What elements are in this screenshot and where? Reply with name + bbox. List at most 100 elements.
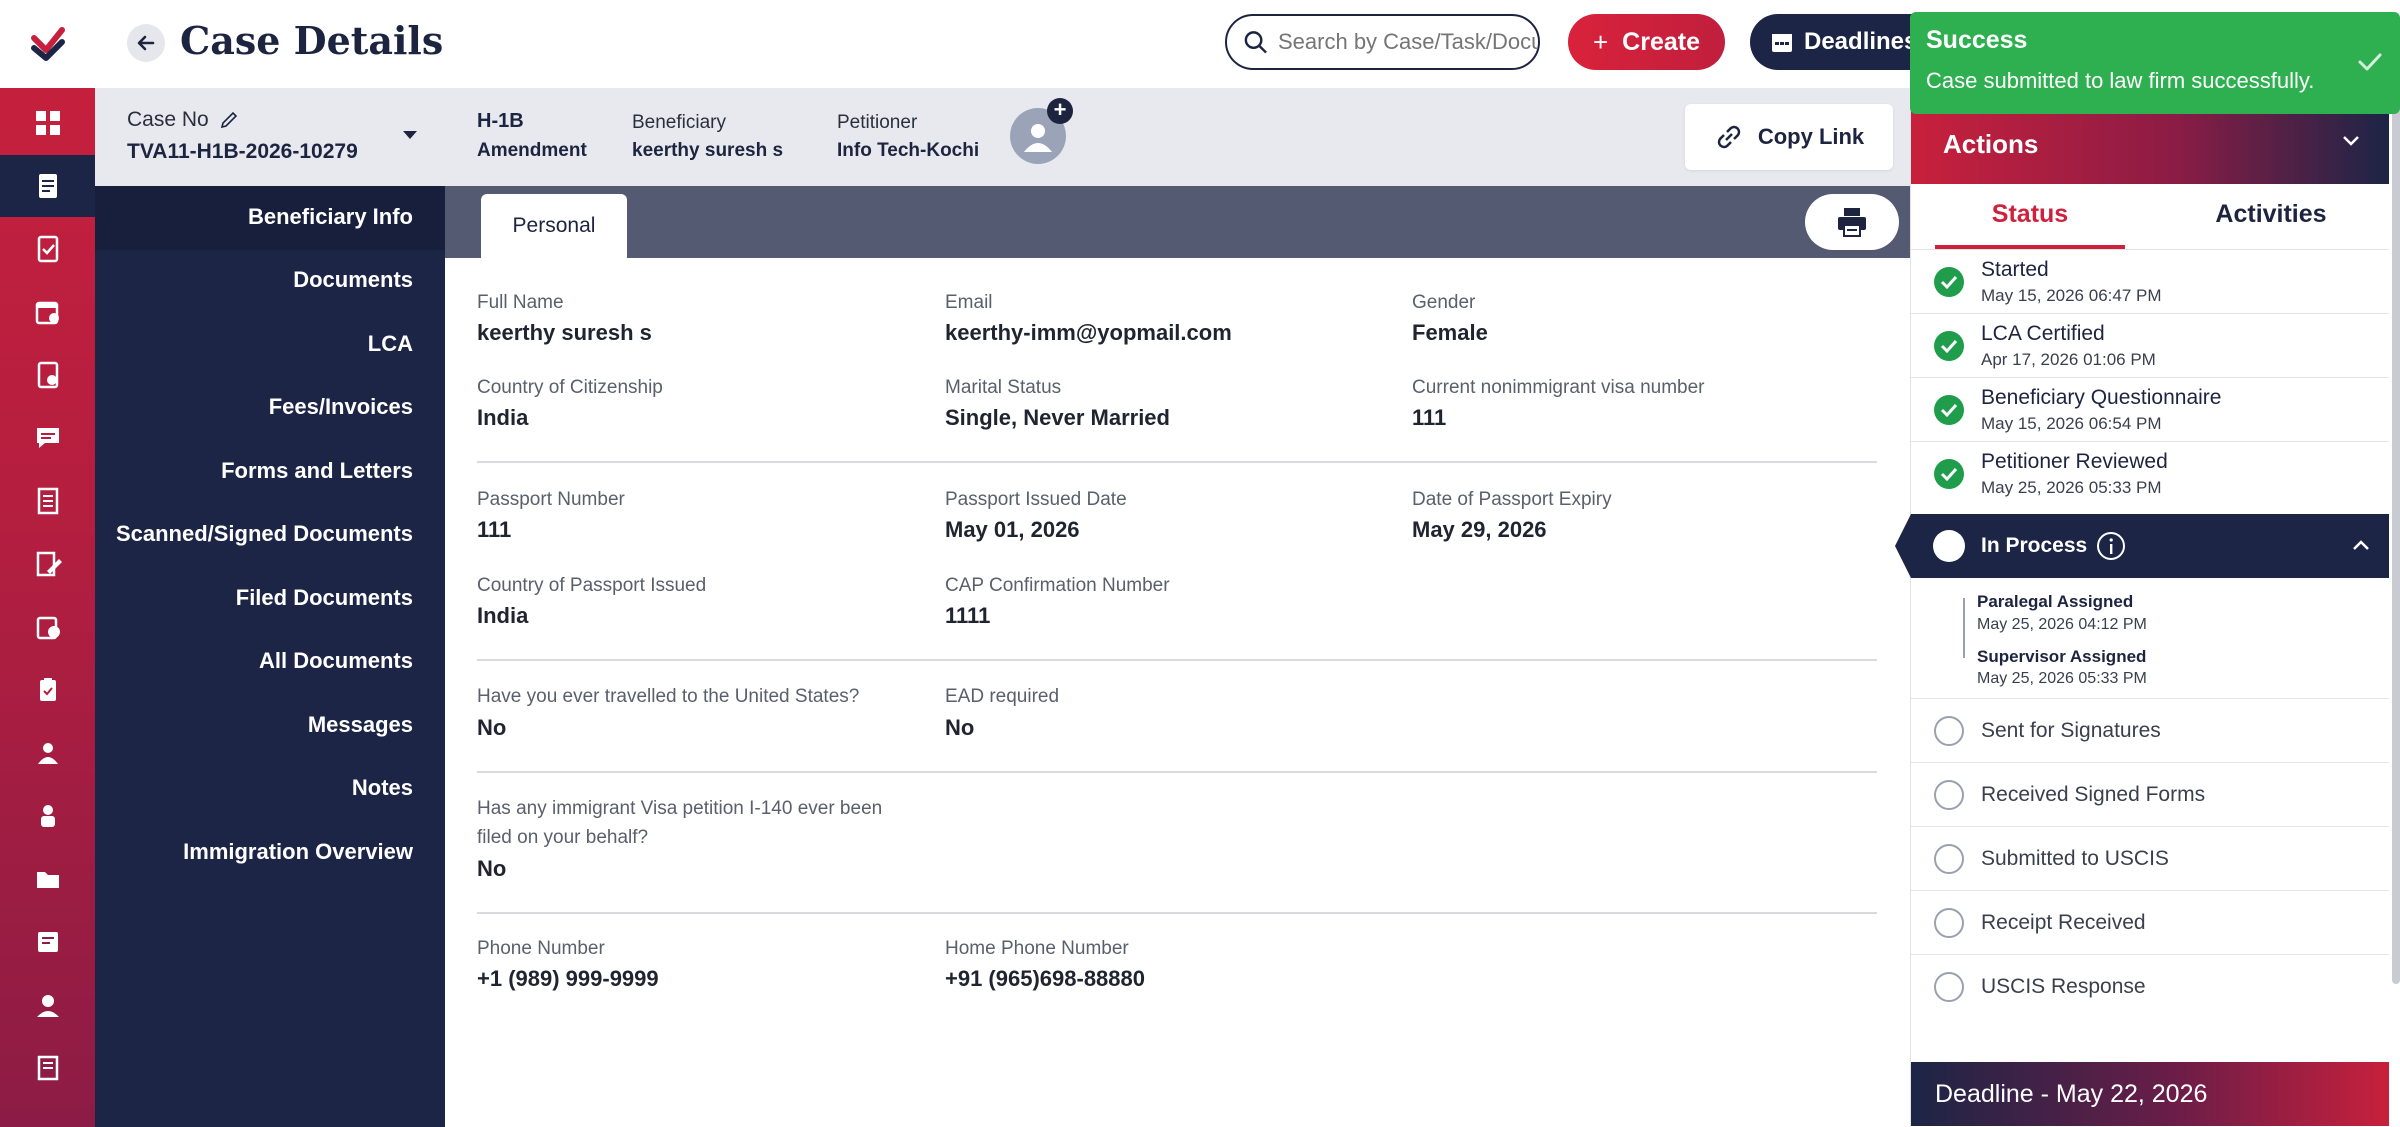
chevron-up-icon[interactable] (2351, 538, 2371, 552)
empty-circle-icon (1934, 908, 1964, 938)
case-sections-nav: Beneficiary Info Documents LCA Fees/Invo… (95, 186, 445, 1127)
passport-expiry-value: May 29, 2026 (1412, 517, 1547, 542)
nav-documents[interactable]: Documents (293, 267, 413, 293)
search-box[interactable] (1225, 14, 1540, 70)
email-label: Email (945, 292, 993, 313)
profile-icon (36, 995, 59, 1017)
copy-link-button[interactable]: Copy Link (1685, 104, 1893, 170)
petitioner-name: Info Tech-Kochi (837, 140, 980, 161)
step-name: Started (1981, 258, 2049, 281)
divider (477, 461, 1877, 463)
search-icon (1244, 31, 1267, 54)
travelled-label: Have you ever travelled to the United St… (477, 686, 860, 707)
create-button[interactable]: + Create (1568, 14, 1725, 70)
gender-label: Gender (1412, 292, 1476, 313)
rail-cases[interactable] (0, 155, 95, 217)
visa-number-label: Current nonimmigrant visa number (1412, 377, 1705, 398)
success-toast[interactable]: Success Case submitted to law firm succe… (1910, 12, 2400, 114)
actions-header[interactable]: Actions (1911, 104, 2389, 184)
book-icon (37, 1055, 58, 1081)
pencil-icon[interactable] (219, 110, 239, 130)
nav-scanned-signed[interactable]: Scanned/Signed Documents (116, 521, 413, 547)
arrow-left-icon (137, 35, 155, 51)
passport-number-label: Passport Number (477, 489, 625, 510)
nav-filed-documents[interactable]: Filed Documents (236, 585, 413, 611)
folder-icon (36, 872, 59, 888)
nav-immigration-overview[interactable]: Immigration Overview (183, 839, 413, 865)
actions-panel: Actions Status Activities Started May 15… (1895, 104, 2389, 1127)
visa-type: H-1B (477, 110, 524, 132)
beneficiary-personal-details: Full Name keerthy suresh s Email keerthy… (445, 258, 1910, 1127)
add-person-button[interactable]: + (1047, 98, 1073, 124)
deadline-bar[interactable]: Deadline - May 22, 2026 (1911, 1062, 2389, 1126)
visa-subtype: Amendment (477, 140, 587, 161)
tab-activities[interactable]: Activities (2161, 200, 2381, 229)
step-date: May 15, 2026 06:54 PM (1981, 414, 2162, 433)
email-value: keerthy-imm@yopmail.com (945, 320, 1232, 345)
nav-messages[interactable]: Messages (308, 712, 413, 738)
tab-status[interactable]: Status (1935, 200, 2125, 249)
rail-edit-docs[interactable] (0, 533, 95, 595)
i140-value: No (477, 856, 507, 881)
rail-approvals[interactable] (0, 596, 95, 658)
rail-tasks[interactable] (0, 218, 95, 280)
info-icon[interactable] (2095, 530, 2127, 562)
content-tab-strip: Personal (445, 186, 1910, 258)
scrollbar[interactable] (2392, 104, 2400, 984)
visa-number-value: 111 (1412, 405, 1447, 430)
print-button[interactable] (1805, 194, 1899, 250)
empty-circle-icon (1934, 972, 1964, 1002)
check-circle-icon (1934, 459, 1964, 489)
case-number: TVA11-H1B-2026-10279 (127, 140, 358, 163)
user-icon (37, 743, 58, 764)
rail-notes[interactable] (0, 911, 95, 973)
nav-notes[interactable]: Notes (352, 775, 413, 801)
printer-icon (1838, 208, 1866, 237)
rail-team[interactable] (0, 785, 95, 847)
rail-dashboard[interactable] (0, 92, 95, 154)
check-icon (2358, 53, 2382, 71)
team-icon (40, 805, 55, 827)
chevron-down-icon[interactable] (401, 128, 419, 142)
i140-label-line1: Has any immigrant Visa petition I-140 ev… (477, 798, 883, 819)
ead-value: No (945, 715, 975, 740)
rail-folder[interactable] (0, 848, 95, 910)
phone-value: +1 (989) 999-9999 (477, 966, 659, 991)
rail-clipboard[interactable] (0, 659, 95, 721)
nav-lca[interactable]: LCA (368, 331, 413, 357)
calendar-icon (35, 301, 59, 325)
back-button[interactable] (127, 24, 165, 62)
marital-label: Marital Status (945, 377, 1062, 398)
approvals-icon (36, 616, 60, 640)
app-logo[interactable] (0, 0, 95, 88)
rail-book[interactable] (0, 1037, 95, 1099)
copy-link-label: Copy Link (1757, 124, 1865, 149)
rail-calendar[interactable] (0, 281, 95, 343)
tab-personal[interactable]: Personal (481, 194, 627, 258)
petitioner-label: Petitioner (837, 112, 918, 133)
toast-message: Case submitted to law firm successfully. (1926, 68, 2315, 93)
rail-checklist[interactable] (0, 344, 95, 406)
rail-messages[interactable] (0, 407, 95, 469)
nav-forms-letters[interactable]: Forms and Letters (221, 458, 413, 484)
substep-supervisor-date: May 25, 2026 05:33 PM (1977, 670, 2147, 687)
search-input[interactable] (1278, 29, 1538, 55)
nav-beneficiary-info[interactable]: Beneficiary Info (248, 204, 413, 230)
cap-number-value: 1111 (945, 603, 991, 628)
rail-user[interactable] (0, 722, 95, 784)
forms-icon (37, 487, 58, 515)
rail-forms[interactable] (0, 470, 95, 532)
status-step-started: Started May 15, 2026 06:47 PM (1911, 250, 2389, 314)
home-phone-label: Home Phone Number (945, 938, 1129, 959)
nav-all-documents[interactable]: All Documents (259, 648, 413, 674)
case-no-label-wrap: Case No (127, 108, 239, 132)
status-step-in-process[interactable] (1895, 514, 2389, 578)
marital-value: Single, Never Married (945, 405, 1170, 430)
tasks-icon (37, 235, 58, 263)
step-name: Sent for Signatures (1981, 719, 2161, 742)
clipboard-icon (39, 678, 56, 701)
rail-profile[interactable] (0, 974, 95, 1036)
check-circle-icon (1934, 267, 1964, 297)
cases-icon (38, 174, 57, 198)
nav-fees-invoices[interactable]: Fees/Invoices (269, 394, 413, 420)
